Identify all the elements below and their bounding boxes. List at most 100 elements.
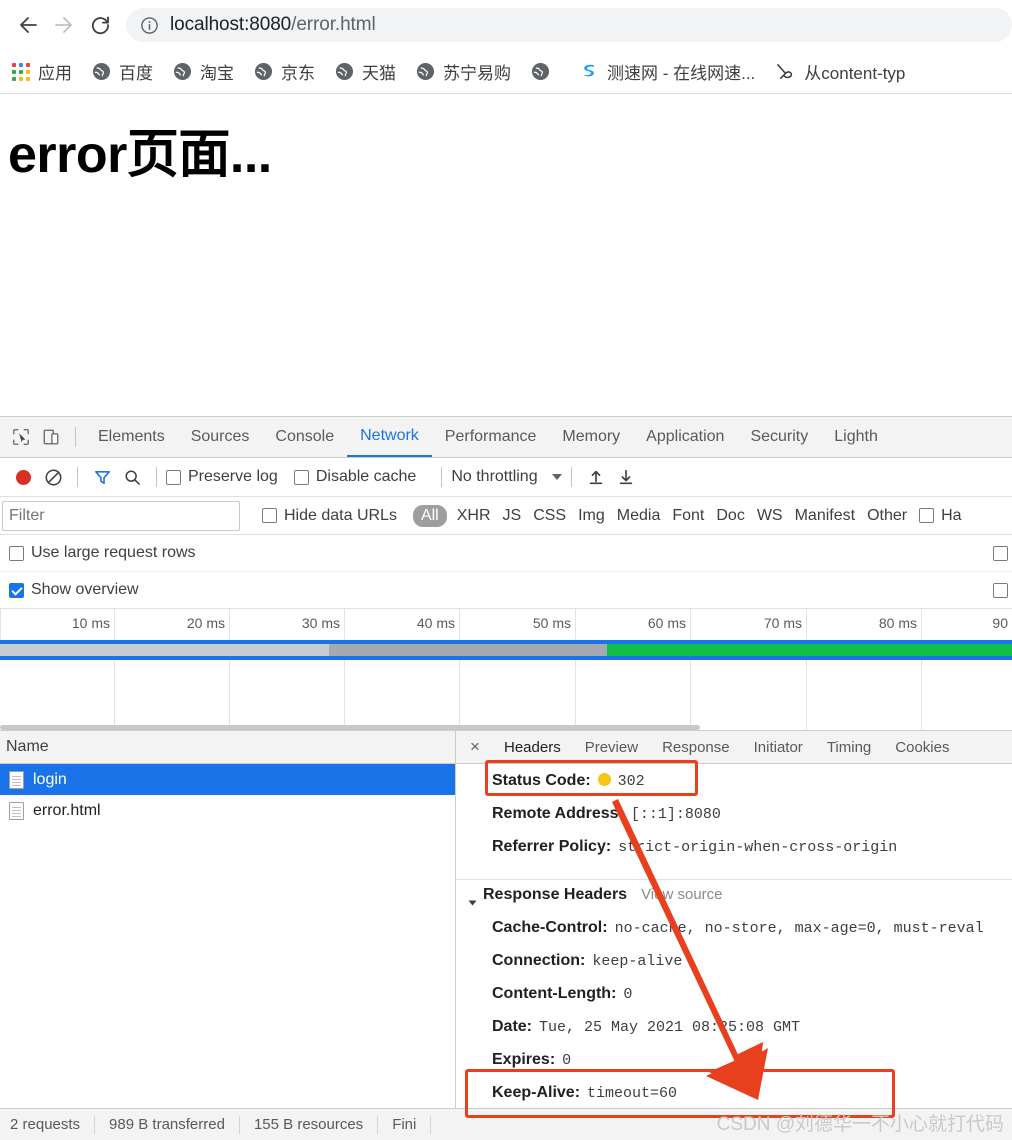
overview-tick: 30 ms <box>302 609 345 640</box>
reload-button[interactable] <box>82 7 118 43</box>
preserve-log-control[interactable]: Preserve log <box>166 468 278 486</box>
show-overview-control[interactable]: Show overview <box>9 581 139 599</box>
header-value: strict-origin-when-cross-origin <box>618 839 898 856</box>
has-blocked-cookies-checkbox[interactable] <box>919 508 935 523</box>
close-icon[interactable]: × <box>464 736 486 758</box>
filter-toggle-button[interactable] <box>87 462 117 492</box>
filter-type-media[interactable]: Media <box>617 507 661 525</box>
tab-network[interactable]: Network <box>347 417 432 457</box>
tab-console[interactable]: Console <box>262 417 347 457</box>
filter-type-all[interactable]: All <box>412 504 447 527</box>
requests-column-header[interactable]: Name <box>0 731 455 764</box>
overview-segment-stalled <box>328 644 608 656</box>
show-overview-checkbox[interactable] <box>9 582 24 598</box>
export-har-button[interactable] <box>611 462 641 492</box>
filter-type-img[interactable]: Img <box>578 507 605 525</box>
capture-screenshots-checkbox[interactable] <box>993 582 1008 598</box>
forward-button[interactable] <box>46 7 82 43</box>
setting-row-right-control[interactable] <box>993 545 1012 561</box>
header-row-status-code: Status Code: 302 <box>456 772 1012 805</box>
table-row[interactable]: login <box>0 764 455 795</box>
hide-data-urls-control[interactable]: Hide data URLs <box>262 507 397 525</box>
network-overview[interactable]: 10 ms 20 ms 30 ms 40 ms 50 ms 60 ms 70 m… <box>0 609 1012 731</box>
detail-tab-cookies[interactable]: Cookies <box>883 731 961 763</box>
status-finish: Fini <box>378 1115 432 1134</box>
filter-type-ws[interactable]: WS <box>757 507 783 525</box>
bookmark-taobao[interactable]: 淘宝 <box>173 59 234 84</box>
overview-tick-label: 60 ms <box>647 615 686 631</box>
tab-application[interactable]: Application <box>633 417 737 457</box>
tab-memory[interactable]: Memory <box>549 417 633 457</box>
inspect-cursor-icon <box>13 429 29 445</box>
bookmark-baidu[interactable]: 百度 <box>92 59 153 84</box>
response-headers-section-header[interactable]: Response Headers View source <box>456 886 1012 919</box>
overview-tick-label: 70 ms <box>763 615 802 631</box>
bookmark-jd[interactable]: 京东 <box>254 59 315 84</box>
use-large-request-rows-checkbox[interactable] <box>9 545 24 561</box>
filter-type-js[interactable]: JS <box>503 507 522 525</box>
network-status-bar: 2 requests 989 B transferred 155 B resou… <box>0 1108 1012 1140</box>
throttling-select[interactable]: No throttling <box>451 468 562 486</box>
address-bar[interactable]: localhost:8080/error.html <box>126 8 1012 42</box>
status-code-value: 302 <box>617 773 645 790</box>
header-key: Keep-Alive: <box>492 1084 581 1101</box>
filter-type-doc[interactable]: Doc <box>716 507 744 525</box>
inspect-element-button[interactable] <box>6 422 36 452</box>
header-key: Date: <box>492 1018 533 1035</box>
bookmark-apps[interactable]: 应用 <box>12 59 72 84</box>
overview-tick-label: 10 ms <box>71 615 110 631</box>
disable-cache-checkbox[interactable] <box>293 469 309 485</box>
request-name: error.html <box>33 801 101 819</box>
bookmarks-bar: 应用 百度 淘宝 京东 天猫 苏宁易购 测速网 - 在线网速... 从conte… <box>0 50 1012 94</box>
detail-tab-timing[interactable]: Timing <box>815 731 883 763</box>
filter-type-font[interactable]: Font <box>672 507 704 525</box>
clear-button[interactable] <box>38 462 68 492</box>
upload-arrow-icon <box>589 470 602 485</box>
detail-tab-preview[interactable]: Preview <box>573 731 650 763</box>
tab-performance[interactable]: Performance <box>432 417 550 457</box>
site-info-icon[interactable] <box>140 16 159 35</box>
tab-lighthouse[interactable]: Lighth <box>821 417 891 457</box>
bookmark-label: 测速网 - 在线网速... <box>607 64 756 83</box>
bookmark-content-type-script[interactable]: 从content-typ <box>775 59 905 84</box>
overview-tick: 20 ms <box>187 609 230 640</box>
search-button[interactable] <box>117 462 147 492</box>
bookmark-tmall[interactable]: 天猫 <box>335 59 396 84</box>
clear-circle-slash-icon <box>45 469 61 485</box>
overview-scrollbar[interactable] <box>0 725 700 730</box>
filter-type-other[interactable]: Other <box>867 507 907 525</box>
view-source-link[interactable]: View source <box>641 886 722 903</box>
setting-row-right-control[interactable] <box>993 582 1012 598</box>
bookmark-unnamed[interactable] <box>531 62 558 81</box>
header-value: Tue, 25 May 2021 08:25:08 GMT <box>539 1019 801 1036</box>
network-split: Name login error.html × Headers Preview … <box>0 731 1012 1108</box>
hide-data-urls-checkbox[interactable] <box>262 508 277 523</box>
tab-security[interactable]: Security <box>737 417 821 457</box>
group-by-frame-checkbox[interactable] <box>993 545 1008 561</box>
detail-tab-headers[interactable]: Headers <box>492 731 573 763</box>
tab-sources[interactable]: Sources <box>178 417 263 457</box>
filter-type-css[interactable]: CSS <box>533 507 566 525</box>
bookmark-label: 百度 <box>119 64 153 83</box>
record-button[interactable] <box>8 462 38 492</box>
use-large-request-rows-control[interactable]: Use large request rows <box>9 544 196 562</box>
preserve-log-checkbox[interactable] <box>166 469 181 485</box>
bookmark-suning[interactable]: 苏宁易购 <box>416 59 511 84</box>
import-har-button[interactable] <box>581 462 611 492</box>
back-button[interactable] <box>10 7 46 43</box>
device-toolbar-button[interactable] <box>36 422 66 452</box>
detail-tab-initiator[interactable]: Initiator <box>742 731 815 763</box>
header-value: timeout=60 <box>587 1085 678 1102</box>
status-requests-count: 2 requests <box>0 1115 96 1134</box>
table-row[interactable]: error.html <box>0 795 455 826</box>
has-blocked-cookies-control[interactable]: Ha <box>919 507 962 525</box>
disable-cache-control[interactable]: Disable cache <box>293 468 416 486</box>
bookmark-speedtest[interactable]: 测速网 - 在线网速... <box>578 59 755 84</box>
filter-input[interactable] <box>2 500 240 531</box>
tab-elements[interactable]: Elements <box>85 417 178 457</box>
detail-tab-response[interactable]: Response <box>650 731 742 763</box>
filter-type-manifest[interactable]: Manifest <box>795 507 855 525</box>
filter-type-xhr[interactable]: XHR <box>457 507 491 525</box>
section-divider <box>456 879 1012 880</box>
speedtest-s-icon <box>583 64 594 77</box>
